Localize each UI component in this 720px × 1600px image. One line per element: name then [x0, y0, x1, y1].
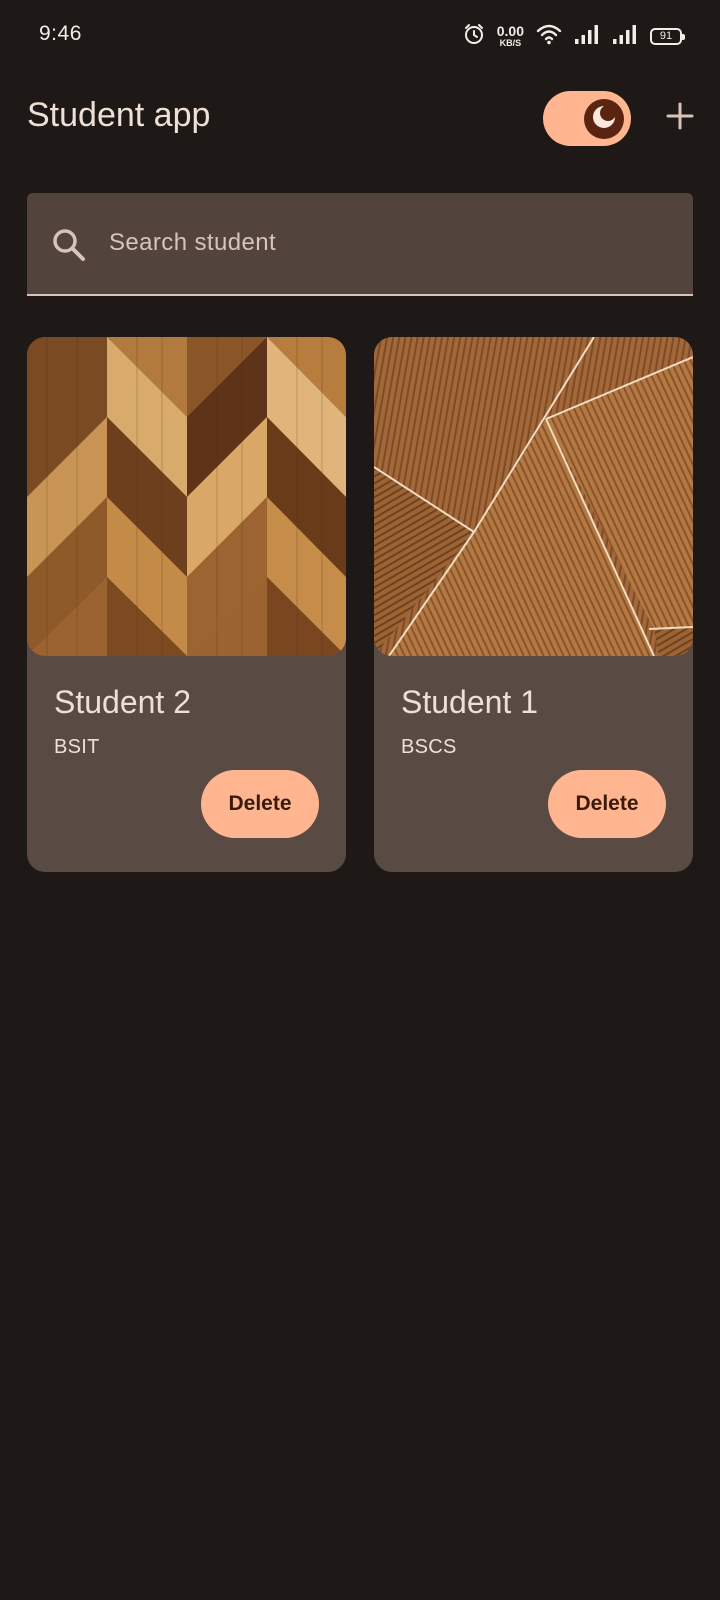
status-bar: 9:46 0.00 KB/S 91	[0, 0, 720, 72]
alarm-icon	[463, 23, 485, 50]
net-speed-value: 0.00	[496, 23, 524, 39]
student-card[interactable]: Student 2 BSIT Delete	[27, 337, 346, 872]
status-time: 9:46	[39, 22, 82, 45]
battery-level: 91	[659, 30, 673, 42]
plus-icon	[666, 102, 694, 135]
net-speed: 0.00 KB/S	[497, 24, 524, 48]
student-image	[27, 337, 346, 656]
battery-icon: 91	[650, 27, 685, 45]
search-icon	[51, 227, 87, 268]
status-icons: 0.00 KB/S 91	[463, 22, 685, 50]
student-image	[374, 337, 693, 656]
moon-icon	[591, 104, 617, 135]
add-student-button[interactable]	[662, 98, 698, 138]
student-name: Student 1	[401, 684, 538, 720]
delete-button[interactable]: Delete	[548, 770, 666, 838]
screen: 9:46 0.00 KB/S 91 Student app Search stu…	[0, 0, 720, 1600]
theme-toggle[interactable]	[543, 91, 631, 146]
search-input[interactable]	[109, 223, 669, 263]
student-program: BSCS	[401, 736, 457, 758]
search-bar[interactable]	[27, 193, 693, 296]
delete-button[interactable]: Delete	[201, 770, 319, 838]
theme-toggle-knob	[584, 99, 624, 139]
student-name: Student 2	[54, 684, 191, 720]
student-card[interactable]: Student 1 BSCS Delete	[374, 337, 693, 872]
signal-icon	[574, 24, 600, 49]
student-program: BSIT	[54, 736, 100, 758]
signal-icon	[612, 24, 638, 49]
wifi-icon	[536, 23, 562, 50]
net-speed-unit: KB/S	[499, 38, 522, 48]
page-title: Student app	[27, 96, 211, 134]
